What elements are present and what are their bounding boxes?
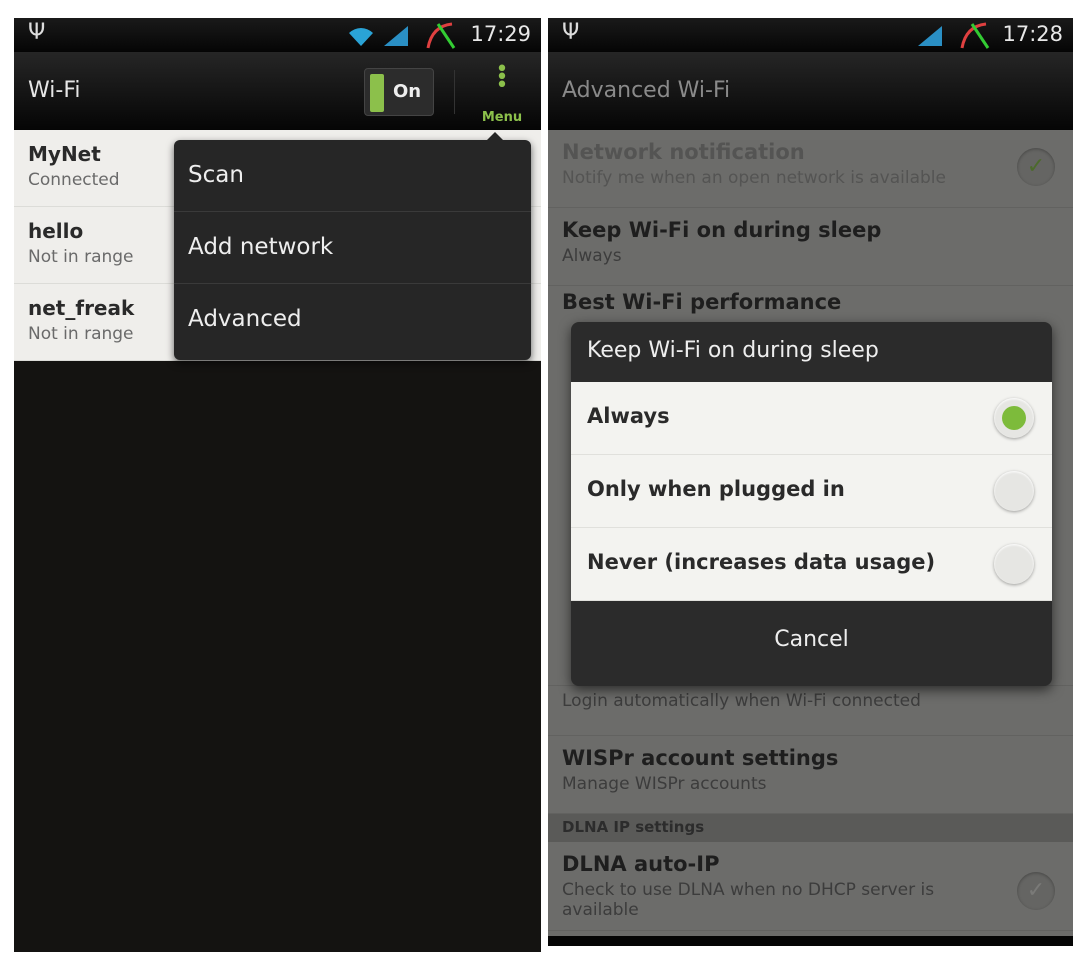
setting-keep-wifi-on[interactable]: Keep Wi-Fi on during sleep Always	[548, 208, 1073, 286]
setting-title: Network notification	[562, 140, 805, 164]
setting-summary: Login automatically when Wi-Fi connected	[562, 691, 921, 711]
wifi-screen: Ψ 17:29 Wi-Fi On • • • Menu MyNet Connected …	[14, 18, 541, 952]
advanced-wifi-screen: Ψ 17:28 Advanced Wi-Fi Network notificat…	[548, 18, 1073, 946]
menu-item-add-network[interactable]: Add network	[174, 212, 531, 284]
setting-title: DLNA auto-IP	[562, 852, 720, 876]
setting-summary: Notify me when an open network is availa…	[562, 168, 946, 188]
setting-network-notification[interactable]: Network notification Notify me when an op…	[548, 130, 1073, 208]
menu-item-scan[interactable]: Scan	[174, 140, 531, 212]
setting-auto-login[interactable]: Login automatically when Wi-Fi connected	[548, 686, 1073, 736]
checkbox-checked-icon[interactable]: ✓	[1017, 148, 1055, 186]
checkbox-icon[interactable]: ✓	[1017, 872, 1055, 910]
toggle-label: On	[393, 81, 422, 102]
option-label: Only when plugged in	[587, 477, 845, 501]
option-label: Always	[587, 404, 670, 428]
status-bar: Ψ 17:29	[14, 18, 541, 52]
dialog-title: Keep Wi-Fi on during sleep	[587, 338, 879, 363]
overflow-icon: • • •	[495, 57, 509, 98]
setting-summary: Check to use DLNA when no DHCP server is…	[562, 880, 935, 920]
page-title: Wi-Fi	[28, 78, 81, 103]
usb-icon: Ψ	[562, 20, 580, 45]
signal-icon	[918, 26, 942, 46]
section-header: DLNA IP settings	[548, 814, 1073, 842]
setting-wispr[interactable]: WISPr account settings Manage WISPr accou…	[548, 736, 1073, 814]
option-label: Never (increases data usage)	[587, 550, 936, 574]
sleep-policy-dialog: Keep Wi-Fi on during sleep Always Only w…	[571, 322, 1052, 686]
page-title: Advanced Wi-Fi	[562, 78, 731, 103]
option-never[interactable]: Never (increases data usage)	[571, 528, 1052, 601]
bottom-bar	[548, 936, 1073, 946]
divider	[454, 70, 455, 114]
option-always[interactable]: Always	[571, 382, 1052, 455]
usb-icon: Ψ	[28, 20, 46, 45]
menu-label: Menu	[481, 110, 523, 125]
cancel-button[interactable]: Cancel	[571, 601, 1052, 686]
menu-item-advanced[interactable]: Advanced	[174, 284, 531, 356]
radio-icon[interactable]	[994, 544, 1034, 584]
action-bar: Advanced Wi-Fi	[548, 52, 1073, 130]
action-bar: Wi-Fi On • • • Menu	[14, 52, 541, 130]
setting-summary: Manage WISPr accounts	[562, 774, 767, 794]
setting-title: Keep Wi-Fi on during sleep	[562, 218, 882, 242]
radio-selected-icon[interactable]	[994, 398, 1034, 438]
setting-summary: Always	[562, 246, 622, 266]
wifi-toggle[interactable]: On	[364, 68, 434, 116]
setting-title: WISPr account settings	[562, 746, 839, 770]
option-plugged-in[interactable]: Only when plugged in	[571, 455, 1052, 528]
status-time: 17:28	[1002, 22, 1063, 46]
status-time: 17:29	[470, 22, 531, 46]
gauge-icon	[426, 22, 456, 49]
signal-icon	[384, 26, 408, 46]
gauge-icon	[960, 22, 990, 49]
overflow-menu: Scan Add network Advanced	[174, 132, 531, 360]
status-bar: Ψ 17:28	[548, 18, 1073, 52]
wifi-icon	[349, 28, 373, 46]
setting-dlna-auto-ip[interactable]: DLNA auto-IP Check to use DLNA when no DH…	[548, 842, 1073, 931]
menu-button[interactable]: • • • Menu	[472, 57, 532, 126]
setting-title: Best Wi-Fi performance	[562, 290, 842, 314]
radio-icon[interactable]	[994, 471, 1034, 511]
